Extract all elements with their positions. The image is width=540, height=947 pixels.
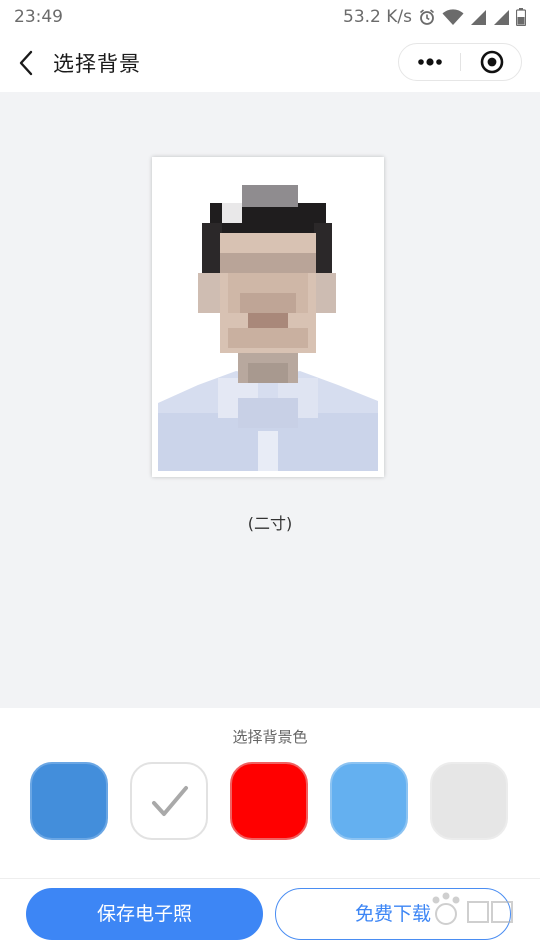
app-screen: 23:49 53.2 K/s 选择背景 (二寸) 选择背景色 保存电子照 免费下… — [0, 0, 540, 947]
network-speed: 53.2 K/s — [343, 7, 412, 27]
more-dots-icon — [418, 58, 442, 66]
swatch-white[interactable] — [130, 762, 208, 840]
swatch-blue[interactable] — [30, 762, 108, 840]
id-photo — [158, 163, 378, 471]
status-icons: 53.2 K/s — [343, 7, 526, 27]
photo-size-label: (二寸) — [247, 514, 293, 533]
status-time: 23:49 — [14, 7, 63, 27]
check-icon — [152, 786, 188, 816]
page-title: 选择背景 — [53, 52, 141, 76]
wifi-icon — [442, 8, 464, 26]
signal-icon — [470, 9, 487, 26]
free-download-button[interactable]: 免费下载 — [275, 888, 511, 940]
battery-icon — [516, 8, 526, 26]
back-button[interactable] — [12, 48, 42, 78]
signal-icon — [493, 9, 510, 26]
status-bar: 23:49 53.2 K/s — [0, 0, 540, 34]
swatch-red[interactable] — [230, 762, 308, 840]
chevron-left-icon — [19, 50, 33, 76]
photo-frame — [152, 157, 384, 477]
color-picker-title: 选择背景色 — [232, 728, 308, 746]
action-bar: 保存电子照 免费下载 — [0, 878, 540, 947]
color-picker-panel: 选择背景色 — [0, 708, 540, 878]
nav-bar: 选择背景 — [0, 34, 540, 92]
swatch-light-blue[interactable] — [330, 762, 408, 840]
swatch-gray[interactable] — [430, 762, 508, 840]
target-close-icon — [480, 50, 504, 74]
save-photo-button[interactable]: 保存电子照 — [26, 888, 263, 940]
more-button[interactable] — [399, 44, 461, 80]
portrait-image — [158, 163, 378, 471]
mini-program-capsule — [398, 43, 522, 81]
alarm-icon — [418, 8, 436, 26]
close-button[interactable] — [461, 44, 523, 80]
